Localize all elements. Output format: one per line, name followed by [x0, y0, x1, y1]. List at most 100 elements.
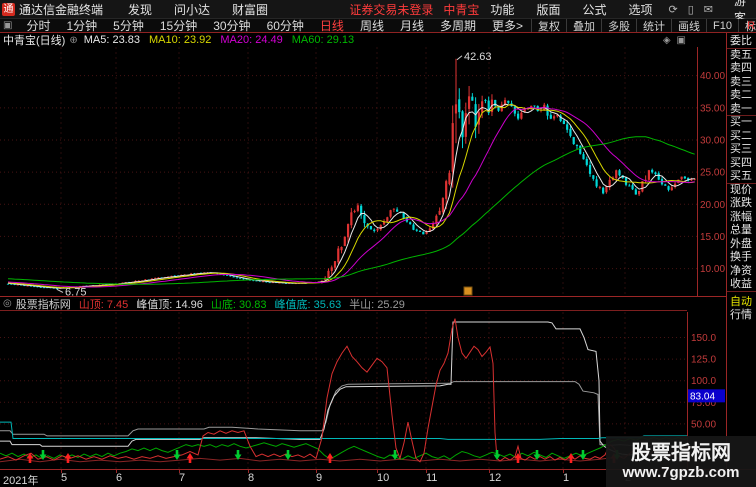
period-tab-60分钟[interactable]: 60分钟: [259, 17, 312, 34]
quote-sidebar: 委比 卖五 卖四 卖三 卖二 卖一 买一 买二 买三 买四 买五 现价 涨跌 涨幅 总量 外盘 换手 净资 收益自动…: [726, 33, 756, 487]
svg-text:42.63: 42.63: [464, 51, 492, 63]
watermark-line1: 股票指标网: [631, 441, 731, 464]
watermark-line2: www.7gpzb.com: [622, 463, 740, 481]
sidebar-divider: [727, 290, 756, 292]
menu-item-问小达[interactable]: 问小达: [163, 3, 221, 17]
phone-icon[interactable]: ▯: [683, 3, 699, 16]
sidebar-item-卖四[interactable]: 卖四: [730, 62, 756, 75]
sidebar-item-涨跌[interactable]: 涨跌: [730, 197, 756, 210]
sidebar-item-卖五[interactable]: 卖五: [730, 49, 756, 62]
indicator-param-山顶: 山顶: 7.45: [78, 298, 129, 311]
sidebar-item-外盘[interactable]: 外盘: [730, 238, 756, 251]
toolbar-button-叠加[interactable]: 叠加: [566, 19, 601, 33]
chart-title: 中青宝(日线): [3, 35, 66, 47]
time-axis-label-1: 1: [563, 472, 570, 484]
app-logo-icon: 通: [2, 2, 15, 16]
refresh-icon[interactable]: ⟳: [663, 3, 682, 16]
sidebar-divider: [727, 47, 756, 49]
menu-item-财富圈[interactable]: 财富圈: [221, 3, 279, 17]
ma-labels: MA5: 23.83 MA10: 23.92 MA20: 24.49 MA60: 29…: [84, 34, 363, 46]
sidebar-action-行情[interactable]: 行情: [730, 309, 756, 322]
window-icon[interactable]: ▣: [0, 20, 18, 31]
time-axis-label-12: 12: [489, 472, 502, 484]
time-axis-tick: [61, 470, 62, 473]
chart-view-icons[interactable]: ◈▣: [663, 35, 692, 46]
sidebar-item-买四[interactable]: 买四: [730, 157, 756, 170]
period-tab-15分钟[interactable]: 15分钟: [152, 17, 205, 34]
sidebar-action-自动[interactable]: 自动: [730, 296, 756, 309]
time-axis-tick: [116, 470, 117, 473]
toolbar-button-复权[interactable]: 复权: [531, 19, 566, 33]
indicator-param-半山: 半山: 25.29: [349, 298, 405, 311]
period-tabs: 分时 1分钟 5分钟 15分钟 30分钟 60分钟 日线 周线 月线 多周期 更多>: [18, 17, 531, 34]
sidebar-item-总量[interactable]: 总量: [730, 224, 756, 237]
period-tab-30分钟[interactable]: 30分钟: [205, 17, 258, 34]
chart-header: 中青宝(日线) ⊕ MA5: 23.83 MA10: 23.92 MA20: 24.…: [0, 33, 726, 47]
stock-info-icon[interactable]: ⊕: [69, 35, 77, 46]
sidebar-item-买五[interactable]: 买五: [730, 170, 756, 183]
sidebar-item-买一[interactable]: 买一: [730, 116, 756, 129]
mail-icon[interactable]: ✉: [699, 3, 718, 16]
period-tab-1分钟[interactable]: 1分钟: [58, 17, 105, 34]
svg-text:150.0: 150.0: [691, 333, 716, 344]
ma-label-2: MA20: 24.49: [220, 34, 283, 46]
svg-text:100.0: 100.0: [691, 376, 716, 387]
menu-item-选项[interactable]: 选项: [617, 1, 663, 18]
indicator-param-峰值底: 峰值底: 35.63: [274, 298, 342, 311]
sidebar-item-卖一[interactable]: 卖一: [730, 103, 756, 116]
period-tab-5分钟[interactable]: 5分钟: [105, 17, 152, 34]
sidebar-item-换手[interactable]: 换手: [730, 251, 756, 264]
indicator-header: ◎ 股票指标网 山顶: 7.45 峰值顶: 14.96 山底: 30.83 峰值底: …: [0, 297, 687, 311]
svg-text:40.00: 40.00: [700, 71, 725, 82]
menu-item-发现[interactable]: 发现: [117, 3, 163, 17]
toolbar-button-多股[interactable]: 多股: [601, 19, 636, 33]
sidebar-item-买二[interactable]: 买二: [730, 130, 756, 143]
toolbar-button-画线[interactable]: 画线: [671, 19, 706, 33]
sidebar-item-买三[interactable]: 买三: [730, 143, 756, 156]
indicator-source: 股票指标网: [15, 298, 71, 311]
corner-badge: R: [747, 20, 755, 32]
toolbar-button-统计[interactable]: 统计: [636, 19, 671, 33]
collapse-indicator-icon[interactable]: ◎: [3, 298, 12, 309]
time-axis-label-7: 7: [179, 472, 186, 484]
sidebar-item-卖三[interactable]: 卖三: [730, 76, 756, 89]
svg-text:35.00: 35.00: [700, 103, 725, 114]
period-tab-多周期[interactable]: 多周期: [432, 17, 484, 34]
period-tab-月线[interactable]: 月线: [392, 17, 432, 34]
sidebar-divider: [727, 182, 756, 184]
watermark: 股票指标网 www.7gpzb.com: [606, 436, 756, 487]
toolbar-button-F10[interactable]: F10: [706, 19, 738, 32]
svg-text:15.00: 15.00: [700, 232, 725, 243]
svg-text:30.00: 30.00: [700, 135, 725, 146]
menu-item-版面[interactable]: 版面: [525, 1, 571, 18]
time-axis-tick: [489, 470, 490, 473]
time-axis-label-2021年: 2021年: [3, 475, 39, 487]
period-tab-周线[interactable]: 周线: [352, 17, 392, 34]
sidebar-item-卖二[interactable]: 卖二: [730, 89, 756, 102]
time-axis-label-10: 10: [377, 472, 390, 484]
time-axis-tick: [179, 470, 180, 473]
ma-label-0: MA5: 23.83: [83, 34, 140, 46]
menu-item-公式[interactable]: 公式: [571, 1, 617, 18]
main-candlestick-chart[interactable]: 40.00 35.00 30.00 25.00 20.00 15.00 10.00 42.63…: [0, 47, 726, 298]
sidebar-item-收益[interactable]: 收益: [730, 278, 756, 291]
sidebar-item-涨幅[interactable]: 涨幅: [730, 211, 756, 224]
menu-item-功能[interactable]: 功能: [479, 1, 525, 18]
svg-text:25.00: 25.00: [700, 168, 725, 179]
time-axis-label-5: 5: [61, 472, 68, 484]
indicator-param-峰值顶: 峰值顶: 14.96: [136, 298, 203, 311]
period-tab-日线[interactable]: 日线: [312, 17, 352, 34]
time-axis-label-11: 11: [426, 472, 438, 484]
login-status: 证券交易未登录: [349, 2, 434, 17]
event-marker-icon[interactable]: [463, 286, 473, 296]
svg-text:10.00: 10.00: [700, 264, 725, 275]
current-stock-name[interactable]: 中青宝: [443, 1, 479, 18]
sidebar-item-委比[interactable]: 委比: [730, 35, 756, 48]
period-tab-更多>[interactable]: 更多>: [484, 17, 531, 34]
sidebar-item-现价[interactable]: 现价: [730, 184, 756, 197]
sidebar-item-净资[interactable]: 净资: [730, 265, 756, 278]
time-axis-tick: [426, 470, 427, 473]
app-title: 通达信金融终端: [19, 2, 104, 17]
ma-label-3: MA60: 29.13: [291, 34, 355, 46]
period-toolbar: ▣ 分时 1分钟 5分钟 15分钟 30分钟 60分钟 日线 周线 月线 多周期 更多> 复权 叠加多…: [0, 19, 756, 33]
